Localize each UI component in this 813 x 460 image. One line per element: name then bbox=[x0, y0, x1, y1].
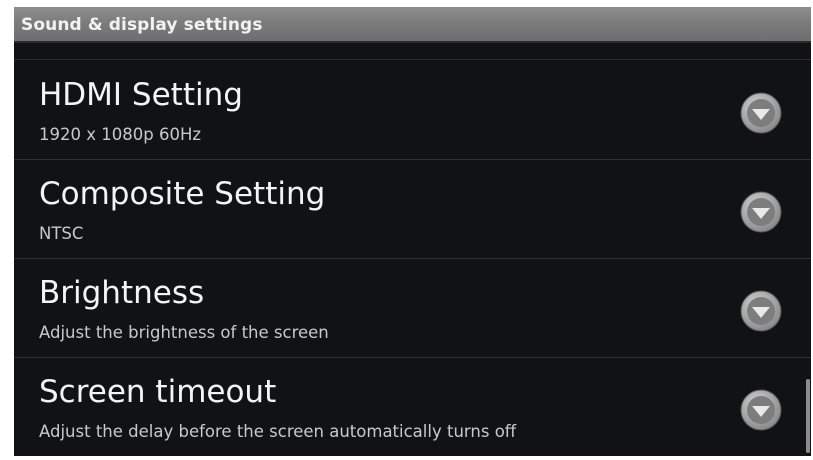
setting-summary: Adjust the brightness of the screen bbox=[39, 323, 329, 342]
setting-item-brightness[interactable]: Brightness Adjust the brightness of the … bbox=[14, 259, 811, 358]
setting-summary: NTSC bbox=[39, 224, 84, 243]
setting-title: Brightness bbox=[39, 275, 205, 311]
dropdown-arrow-icon[interactable] bbox=[739, 190, 783, 234]
setting-title: Composite Setting bbox=[39, 176, 326, 212]
setting-title: Screen timeout bbox=[39, 374, 277, 410]
divider bbox=[14, 59, 811, 60]
setting-summary: Adjust the delay before the screen autom… bbox=[39, 422, 517, 441]
setting-item-screen-timeout[interactable]: Screen timeout Adjust the delay before t… bbox=[14, 358, 811, 456]
settings-list[interactable]: HDMI Setting 1920 x 1080p 60Hz Composite… bbox=[14, 59, 811, 456]
setting-title: HDMI Setting bbox=[39, 77, 243, 113]
settings-screen: Sound & display settings HDMI Setting 19… bbox=[14, 7, 811, 456]
screen-title: Sound & display settings bbox=[21, 15, 263, 35]
dropdown-arrow-icon[interactable] bbox=[739, 91, 783, 135]
scrollbar[interactable] bbox=[806, 379, 810, 453]
setting-item-hdmi[interactable]: HDMI Setting 1920 x 1080p 60Hz bbox=[14, 61, 811, 160]
title-bar: Sound & display settings bbox=[14, 7, 811, 43]
setting-summary: 1920 x 1080p 60Hz bbox=[39, 125, 202, 144]
setting-item-composite[interactable]: Composite Setting NTSC bbox=[14, 160, 811, 259]
dropdown-arrow-icon[interactable] bbox=[739, 289, 783, 333]
dropdown-arrow-icon[interactable] bbox=[739, 388, 783, 432]
